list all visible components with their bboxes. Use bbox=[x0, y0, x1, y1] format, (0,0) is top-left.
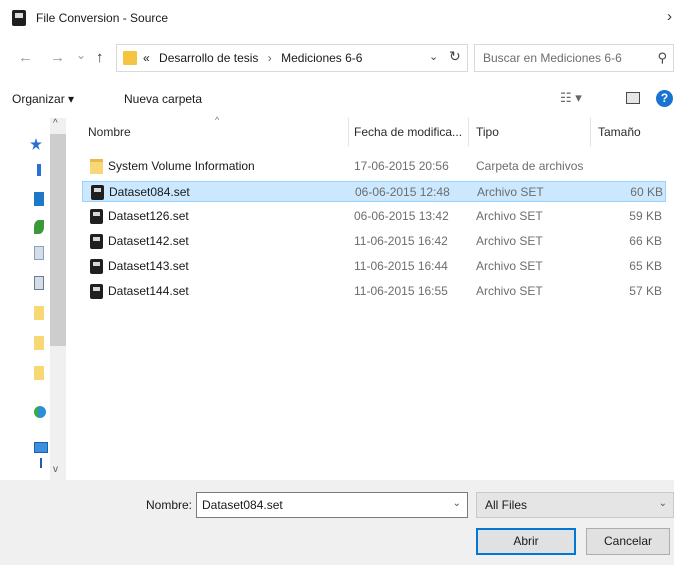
file-date: 17-06-2015 20:56 bbox=[354, 159, 449, 173]
address-bar[interactable]: « Desarrollo de tesis › Mediciones 6-6 ⌄… bbox=[116, 44, 468, 72]
set-file-icon bbox=[90, 259, 103, 274]
sort-ascending-icon: ^ bbox=[215, 115, 220, 125]
network-icon[interactable] bbox=[40, 458, 42, 468]
file-name: Dataset142.set bbox=[108, 234, 189, 248]
file-date: 11-06-2015 16:42 bbox=[354, 234, 448, 248]
file-row[interactable]: Dataset126.set 06-06-2015 13:42 Archivo SE… bbox=[82, 206, 666, 227]
file-size: 59 KB bbox=[629, 209, 662, 223]
breadcrumb-item-desarrollo[interactable]: Desarrollo de tesis bbox=[159, 51, 258, 65]
download-icon[interactable] bbox=[37, 164, 41, 176]
set-file-icon bbox=[90, 284, 103, 299]
filter-value: All Files bbox=[485, 498, 528, 512]
organize-button[interactable]: Organizar ▾ bbox=[12, 92, 74, 106]
folder-icon[interactable] bbox=[34, 336, 44, 350]
search-icon[interactable]: ⚲ bbox=[657, 50, 667, 66]
title-bar: File Conversion - Source › bbox=[0, 0, 674, 36]
forward-arrow-icon[interactable]: → bbox=[50, 49, 65, 67]
pictures-icon[interactable] bbox=[34, 276, 44, 290]
folder-icon bbox=[90, 159, 103, 174]
preview-pane-icon[interactable] bbox=[626, 92, 640, 104]
file-date: 11-06-2015 16:44 bbox=[354, 259, 448, 273]
chevron-down-icon[interactable]: ⌄ bbox=[453, 498, 461, 509]
file-row[interactable]: Dataset143.set 11-06-2015 16:44 Archivo SE… bbox=[82, 256, 666, 277]
cancel-button[interactable]: Cancelar bbox=[586, 528, 670, 555]
help-icon[interactable]: ? bbox=[656, 90, 673, 107]
up-arrow-icon[interactable]: ↑ bbox=[96, 49, 104, 67]
file-type: Archivo SET bbox=[477, 185, 544, 199]
file-name: Dataset144.set bbox=[108, 284, 189, 298]
back-arrow-icon[interactable]: ← bbox=[18, 49, 33, 67]
filename-label: Nombre: bbox=[146, 498, 193, 512]
file-size: 65 KB bbox=[629, 259, 662, 273]
file-type-filter[interactable]: All Files ⌄ bbox=[476, 492, 674, 518]
refresh-icon[interactable]: ↻ bbox=[449, 48, 461, 65]
file-type: Archivo SET bbox=[476, 259, 543, 273]
breadcrumb-separator-icon[interactable]: › bbox=[268, 51, 272, 65]
column-header-size[interactable]: Tamaño bbox=[598, 118, 641, 146]
file-size: 60 KB bbox=[630, 185, 663, 199]
set-file-icon bbox=[91, 185, 104, 200]
file-date: 11-06-2015 16:55 bbox=[354, 284, 448, 298]
file-row[interactable]: System Volume Information 17-06-2015 20:5… bbox=[82, 156, 666, 177]
filename-field[interactable]: Dataset084.set bbox=[202, 498, 283, 512]
folder-icon[interactable] bbox=[34, 366, 44, 380]
open-button[interactable]: Abrir bbox=[476, 528, 576, 555]
scroll-up-icon[interactable]: ^ bbox=[53, 118, 58, 129]
breadcrumb-overflow[interactable]: « bbox=[143, 51, 150, 65]
file-name: Dataset143.set bbox=[108, 259, 189, 273]
folder-icon[interactable] bbox=[34, 306, 44, 320]
file-date: 06-06-2015 13:42 bbox=[354, 209, 449, 223]
navigation-bar: ← → ⌄ ↑ « Desarrollo de tesis › Medicion… bbox=[0, 36, 674, 82]
computer-icon[interactable] bbox=[34, 442, 48, 453]
file-type: Carpeta de archivos bbox=[476, 159, 584, 173]
file-row[interactable]: Dataset084.set 06-06-2015 12:48 Archivo SE… bbox=[82, 181, 666, 202]
file-type: Archivo SET bbox=[476, 284, 543, 298]
search-input[interactable]: Buscar en Mediciones 6-6 bbox=[483, 51, 622, 65]
address-dropdown-icon[interactable]: ⌄ bbox=[429, 50, 438, 63]
breadcrumb: « Desarrollo de tesis › Mediciones 6-6 bbox=[143, 51, 368, 65]
column-header-type[interactable]: Tipo bbox=[476, 118, 499, 146]
sidebar-scroll-thumb[interactable] bbox=[50, 134, 66, 346]
breadcrumb-item-mediciones[interactable]: Mediciones 6-6 bbox=[281, 51, 362, 65]
file-size: 57 KB bbox=[629, 284, 662, 298]
set-file-icon bbox=[90, 209, 103, 224]
new-folder-button[interactable]: Nueva carpeta bbox=[124, 92, 202, 106]
command-bar: Organizar ▾ Nueva carpeta ☷ ▾ ? bbox=[0, 82, 674, 116]
set-file-icon bbox=[90, 234, 103, 249]
chevron-down-icon[interactable]: ⌄ bbox=[659, 498, 667, 509]
app-icon bbox=[12, 10, 26, 26]
file-icon[interactable] bbox=[34, 246, 44, 260]
navigation-pane: ^ v bbox=[0, 118, 66, 480]
recent-locations-icon[interactable]: ⌄ bbox=[76, 46, 86, 64]
file-name: Dataset126.set bbox=[108, 209, 189, 223]
file-size: 66 KB bbox=[629, 234, 662, 248]
column-header-name[interactable]: Nombre bbox=[88, 118, 131, 146]
file-list: Nombre ^ Fecha de modifica... Tipo Tamañ… bbox=[66, 115, 674, 480]
file-row[interactable]: Dataset142.set 11-06-2015 16:42 Archivo SE… bbox=[82, 231, 666, 252]
view-options-icon[interactable]: ☷ ▾ bbox=[560, 90, 582, 106]
column-header-date[interactable]: Fecha de modifica... bbox=[354, 118, 462, 146]
file-row[interactable]: Dataset144.set 11-06-2015 16:55 Archivo SE… bbox=[82, 281, 666, 302]
filename-combobox[interactable]: Dataset084.set ⌄ bbox=[196, 492, 468, 518]
folder-icon bbox=[123, 51, 137, 65]
file-date: 06-06-2015 12:48 bbox=[355, 185, 450, 199]
column-divider[interactable] bbox=[468, 118, 469, 146]
file-type: Archivo SET bbox=[476, 234, 543, 248]
dialog-footer: Nombre: Dataset084.set ⌄ All Files ⌄ Abr… bbox=[0, 480, 674, 565]
music-icon[interactable] bbox=[34, 220, 44, 234]
file-type: Archivo SET bbox=[476, 209, 543, 223]
onedrive-icon[interactable] bbox=[34, 406, 46, 418]
title-chevron-icon[interactable]: › bbox=[667, 8, 672, 25]
pin-icon[interactable] bbox=[30, 138, 42, 150]
file-name: System Volume Information bbox=[108, 159, 255, 173]
window-title: File Conversion - Source bbox=[36, 11, 169, 25]
search-box[interactable]: Buscar en Mediciones 6-6 ⚲ bbox=[474, 44, 674, 72]
scroll-down-icon[interactable]: v bbox=[53, 464, 58, 475]
column-divider[interactable] bbox=[348, 118, 349, 146]
column-divider[interactable] bbox=[590, 118, 591, 146]
file-name: Dataset084.set bbox=[109, 185, 190, 199]
documents-icon[interactable] bbox=[34, 192, 44, 206]
